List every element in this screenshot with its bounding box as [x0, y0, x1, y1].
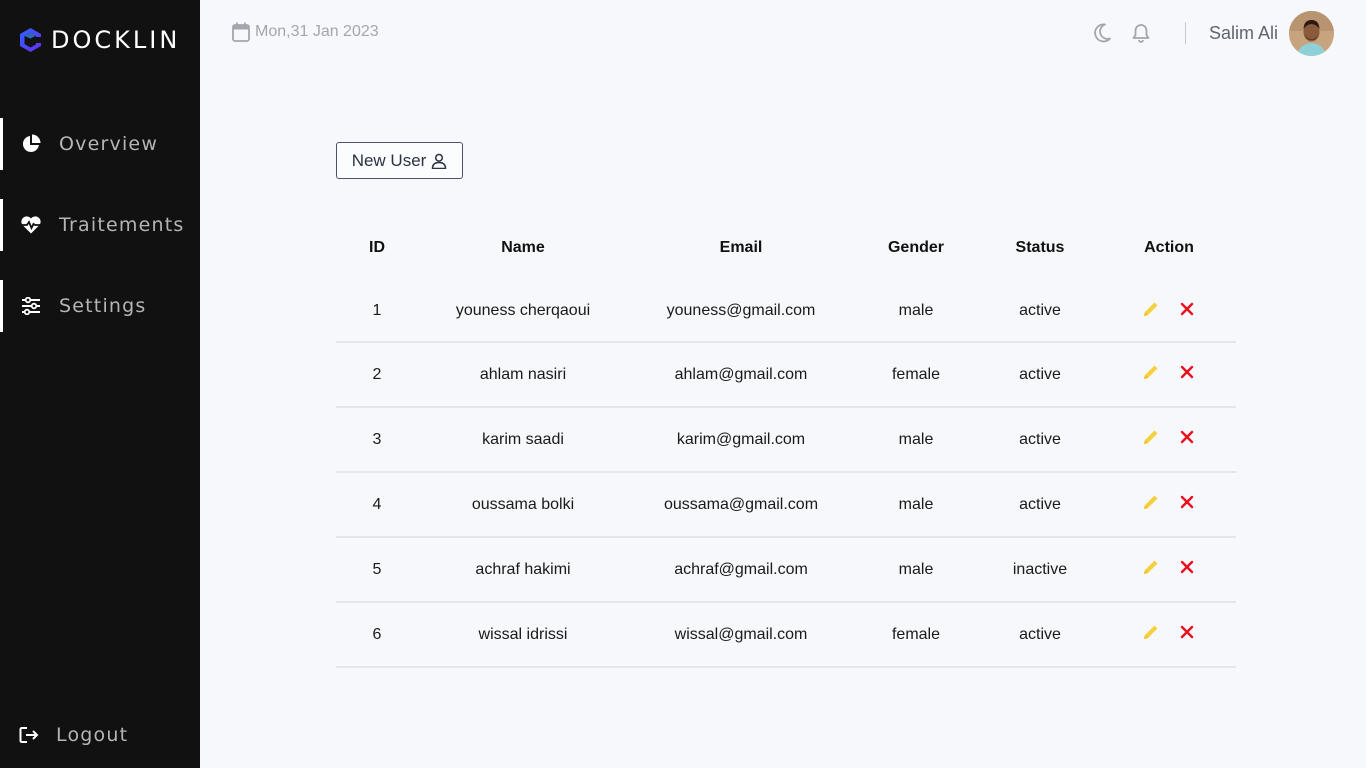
edit-pencil-icon[interactable] — [1142, 428, 1160, 446]
date-text: Mon,31 Jan 2023 — [255, 23, 379, 40]
delete-x-icon[interactable] — [1178, 493, 1196, 511]
column-header-status: Status — [1015, 239, 1065, 256]
cell-name: ahlam nasiri — [418, 342, 628, 408]
header-right: Salim Ali — [1092, 10, 1334, 56]
new-user-label: New User — [351, 150, 427, 170]
moon-icon[interactable] — [1092, 23, 1112, 43]
cell-name: karim saadi — [418, 407, 628, 473]
cell-action — [1102, 407, 1236, 473]
cell-status: active — [978, 281, 1102, 343]
cell-action — [1102, 537, 1236, 603]
heart-pulse-icon — [20, 214, 42, 236]
cell-id: 6 — [336, 602, 418, 668]
column-header-name: Name — [501, 239, 545, 256]
edit-pencil-icon[interactable] — [1142, 363, 1160, 381]
pie-chart-icon — [20, 133, 42, 155]
cell-email: oussama@gmail.com — [628, 472, 854, 538]
cell-id: 2 — [336, 342, 418, 408]
column-header-gender: Gender — [887, 239, 944, 256]
cell-gender: male — [854, 472, 978, 538]
cell-name: youness cherqaoui — [418, 281, 628, 343]
brand[interactable]: DOCKLIN — [18, 26, 180, 54]
cell-status: active — [978, 407, 1102, 473]
delete-x-icon[interactable] — [1178, 558, 1196, 576]
sidebar-item-overview[interactable]: Overview — [0, 118, 200, 170]
cell-action — [1102, 472, 1236, 538]
header-date: Mon,31 Jan 2023 — [232, 22, 379, 42]
edit-pencil-icon[interactable] — [1142, 623, 1160, 641]
delete-x-icon[interactable] — [1178, 623, 1196, 641]
cell-gender: female — [854, 342, 978, 408]
cell-email: youness@gmail.com — [628, 281, 854, 343]
cell-name: achraf hakimi — [418, 537, 628, 603]
cell-gender: female — [854, 602, 978, 668]
cell-action — [1102, 281, 1236, 343]
delete-x-icon[interactable] — [1178, 300, 1196, 318]
table-row: 3 karim saadi karim@gmail.com male activ… — [336, 407, 1236, 473]
cell-gender: male — [854, 537, 978, 603]
column-header-email: Email — [719, 239, 763, 256]
user-icon — [432, 153, 447, 169]
cell-id: 4 — [336, 472, 418, 538]
table-header-row: ID Name Email Gender Status Action — [336, 215, 1236, 281]
sliders-icon — [20, 295, 42, 317]
user-name[interactable]: Salim Ali — [1209, 23, 1278, 44]
delete-x-icon[interactable] — [1178, 363, 1196, 381]
cell-status: active — [978, 342, 1102, 408]
cell-email: wissal@gmail.com — [628, 602, 854, 668]
sidebar-item-traitements[interactable]: Traitements — [0, 199, 200, 251]
cell-gender: male — [854, 281, 978, 343]
delete-x-icon[interactable] — [1178, 428, 1196, 446]
cell-id: 1 — [336, 281, 418, 343]
cell-id: 5 — [336, 537, 418, 603]
edit-pencil-icon[interactable] — [1142, 300, 1160, 318]
table-row: 1 youness cherqaoui youness@gmail.com ma… — [336, 281, 1236, 343]
cell-id: 3 — [336, 407, 418, 473]
sidebar-item-settings[interactable]: Settings — [0, 280, 200, 332]
header-divider — [1184, 22, 1186, 44]
column-header-id: ID — [369, 239, 385, 256]
cell-status: active — [978, 602, 1102, 668]
docklin-logo-icon — [20, 28, 41, 52]
sidebar-item-label: Traitements — [59, 214, 185, 236]
cell-name: wissal idrissi — [418, 602, 628, 668]
cell-email: karim@gmail.com — [628, 407, 854, 473]
cell-action — [1102, 342, 1236, 408]
users-table: ID Name Email Gender Status Action 1 you… — [336, 215, 1236, 668]
cell-status: active — [978, 472, 1102, 538]
cell-email: ahlam@gmail.com — [628, 342, 854, 408]
cell-status: inactive — [978, 537, 1102, 603]
cell-gender: male — [854, 407, 978, 473]
new-user-button[interactable]: New User — [336, 142, 463, 179]
brand-name: DOCKLIN — [51, 26, 181, 54]
table-row: 2 ahlam nasiri ahlam@gmail.com female ac… — [336, 342, 1236, 408]
cell-name: oussama bolki — [418, 472, 628, 538]
avatar[interactable] — [1289, 10, 1334, 56]
calendar-icon — [232, 22, 250, 42]
sidebar-item-label: Overview — [59, 133, 159, 155]
cell-action — [1102, 602, 1236, 668]
edit-pencil-icon[interactable] — [1142, 558, 1160, 576]
sidebar: DOCKLIN Overview Traitements Settings Lo… — [0, 0, 200, 768]
logout-button[interactable]: Logout — [0, 716, 200, 754]
logout-icon — [18, 724, 40, 746]
bell-icon[interactable] — [1131, 23, 1151, 43]
table-row: 6 wissal idrissi wissal@gmail.com female… — [336, 602, 1236, 668]
edit-pencil-icon[interactable] — [1142, 493, 1160, 511]
logout-label: Logout — [56, 724, 129, 746]
sidebar-item-label: Settings — [59, 295, 147, 317]
table-row: 4 oussama bolki oussama@gmail.com male a… — [336, 472, 1236, 538]
column-header-action: Action — [1144, 239, 1194, 256]
cell-email: achraf@gmail.com — [628, 537, 854, 603]
table-row: 5 achraf hakimi achraf@gmail.com male in… — [336, 537, 1236, 603]
